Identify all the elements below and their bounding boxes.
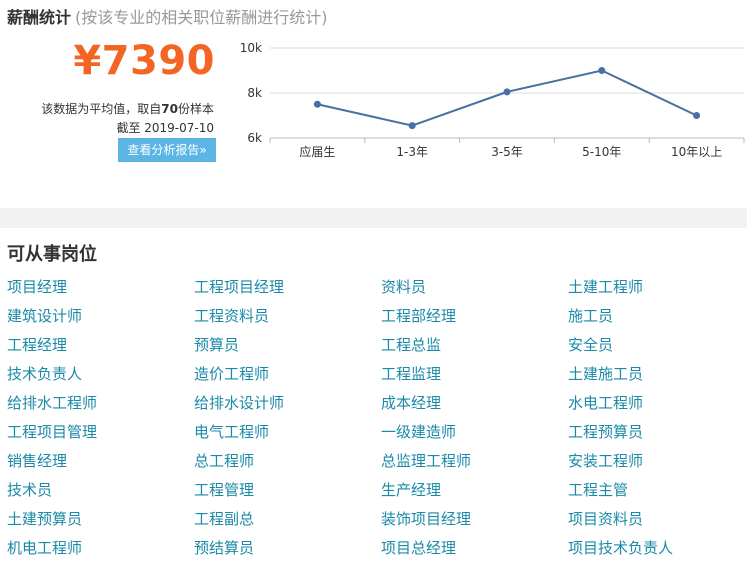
y-tick-label: 10k	[240, 41, 262, 55]
job-link[interactable]: 造价工程师	[194, 363, 381, 392]
x-tick-label: 10年以上	[671, 145, 722, 159]
x-tick-label: 3-5年	[491, 145, 523, 159]
data-date-label: 截至 2019-07-10	[116, 121, 214, 135]
salary-section-header: 薪酬统计 (按该专业的相关职位薪酬进行统计)	[7, 4, 328, 28]
job-link[interactable]: 安全员	[568, 334, 747, 363]
x-tick-label: 5-10年	[582, 145, 621, 159]
average-salary-amount: ¥7390	[73, 38, 215, 84]
sample-note-prefix: 该数据为平均值，取自	[41, 102, 162, 116]
job-link[interactable]: 资料员	[381, 276, 568, 305]
salary-series-line	[317, 69, 698, 127]
jobs-grid: 项目经理 工程项目经理 资料员 土建工程师建筑设计师 工程资料员 工程部经理 施工员工程经理…	[7, 276, 747, 566]
data-point	[313, 100, 321, 108]
job-link[interactable]: 土建工程师	[568, 276, 747, 305]
job-link[interactable]: 水电工程师	[568, 392, 747, 421]
y-tick-label: 6k	[247, 131, 262, 145]
job-link[interactable]: 给排水工程师	[7, 392, 194, 421]
job-link[interactable]: 工程副总	[194, 508, 381, 537]
job-link[interactable]: 工程资料员	[194, 305, 381, 334]
job-link[interactable]: 项目资料员	[568, 508, 747, 537]
job-link[interactable]: 总监理工程师	[381, 450, 568, 479]
jobs-section-title: 可从事岗位	[7, 244, 97, 265]
job-link[interactable]: 工程总监	[381, 334, 568, 363]
data-point	[598, 67, 606, 74]
data-point	[408, 122, 416, 130]
job-link[interactable]: 项目经理	[7, 276, 194, 305]
salary-section-subtitle: (按该专业的相关职位薪酬进行统计)	[75, 8, 328, 27]
y-tick-label: 8k	[247, 86, 262, 100]
job-link[interactable]: 建筑设计师	[7, 305, 194, 334]
job-link[interactable]: 项目技术负责人	[568, 537, 747, 566]
job-link[interactable]: 一级建造师	[381, 421, 568, 450]
job-link[interactable]: 土建预算员	[7, 508, 194, 537]
job-link[interactable]: 工程监理	[381, 363, 568, 392]
x-tick-label: 应届生	[299, 144, 335, 159]
sample-note-suffix: 份样本	[177, 102, 214, 116]
job-link[interactable]: 总工程师	[194, 450, 381, 479]
data-point	[503, 88, 511, 96]
sample-count: 70	[161, 102, 178, 116]
job-link[interactable]: 工程管理	[194, 479, 381, 508]
job-link[interactable]: 安装工程师	[568, 450, 747, 479]
job-link[interactable]: 工程主管	[568, 479, 747, 508]
data-point	[693, 112, 701, 119]
job-link[interactable]: 工程预算员	[568, 421, 747, 450]
job-link[interactable]: 电气工程师	[194, 421, 381, 450]
job-link[interactable]: 工程项目经理	[194, 276, 381, 305]
job-link[interactable]: 预算员	[194, 334, 381, 363]
job-link[interactable]: 生产经理	[381, 479, 568, 508]
job-link[interactable]: 土建施工员	[568, 363, 747, 392]
job-link[interactable]: 工程经理	[7, 334, 194, 363]
salary-section-title: 薪酬统计	[7, 8, 72, 27]
job-link[interactable]: 工程项目管理	[7, 421, 194, 450]
job-link[interactable]: 技术员	[7, 479, 194, 508]
job-link[interactable]: 施工员	[568, 305, 747, 334]
x-tick-label: 1-3年	[396, 145, 428, 159]
job-link[interactable]: 项目总经理	[381, 537, 568, 566]
job-link[interactable]: 销售经理	[7, 450, 194, 479]
salary-by-experience-chart: 6k 8k 10k 应届生 1-3年 3-5年 5-10年 10年以上	[240, 41, 745, 159]
sample-note: 该数据为平均值，取自70份样本	[14, 100, 214, 117]
job-link[interactable]: 装饰项目经理	[381, 508, 568, 537]
job-link[interactable]: 给排水设计师	[194, 392, 381, 421]
job-link[interactable]: 预结算员	[194, 537, 381, 566]
job-link[interactable]: 成本经理	[381, 392, 568, 421]
job-link[interactable]: 工程部经理	[381, 305, 568, 334]
section-divider	[0, 208, 747, 228]
view-report-button[interactable]: 查看分析报告»	[118, 138, 216, 162]
job-link[interactable]: 技术负责人	[7, 363, 194, 392]
job-link[interactable]: 机电工程师	[7, 537, 194, 566]
